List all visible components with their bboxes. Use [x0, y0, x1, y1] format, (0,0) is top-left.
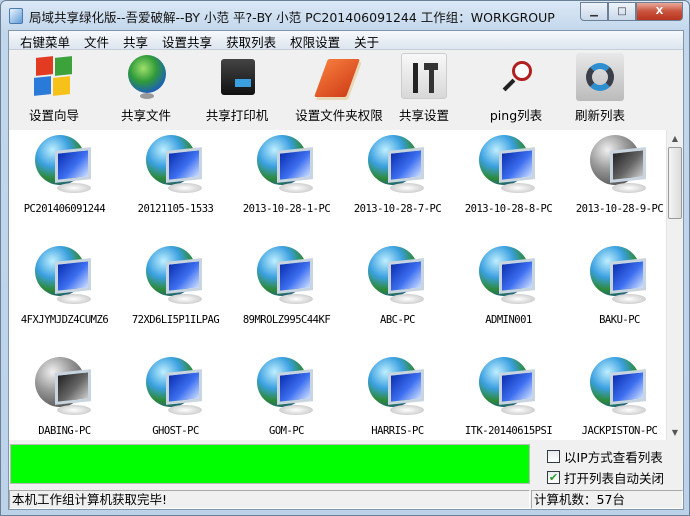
status-message: 本机工作组计算机获取完毕! [9, 490, 530, 509]
computer-name: 72XD6LI5P1ILPAG [131, 314, 220, 326]
checkbox-box[interactable] [547, 450, 560, 463]
networked-computer-icon [366, 133, 430, 197]
networked-computer-icon [144, 244, 208, 308]
networked-computer-icon [255, 133, 319, 197]
computer-count: 计算机数：57台 [531, 490, 683, 509]
networked-computer-icon [144, 133, 208, 197]
menu-set-share[interactable]: 设置共享 [155, 31, 219, 50]
networked-computer-icon [477, 244, 541, 308]
folder-permissions-button[interactable]: 设置文件夹权限 [289, 53, 389, 124]
window-title: 局域共享绿化版--吾爱破解--BY 小范 平?-BY 小范 PC20140609… [29, 9, 555, 25]
magnifier-icon [492, 53, 540, 101]
computer-item[interactable]: ABC-PC [342, 244, 453, 326]
computer-item[interactable]: 2013-10-28-9-PC [564, 133, 675, 215]
computer-name: 20121105-1533 [137, 203, 214, 215]
computer-name: ABC-PC [380, 314, 415, 326]
menu-file[interactable]: 文件 [77, 31, 116, 50]
main-window: 局域共享绿化版--吾爱破解--BY 小范 平?-BY 小范 PC20140609… [0, 0, 690, 516]
minimize-button[interactable]: ▁ [580, 2, 608, 21]
auto-close-checkbox[interactable]: ✔ 打开列表自动关闭 [547, 468, 664, 487]
toolbar: 设置向导 共享文件 共享打印机 设置文件夹权限 共享设置 ping列表 刷新列表 [9, 51, 683, 127]
computer-name: 4FXJYMJDZ4CUMZ6 [20, 314, 109, 326]
computer-item[interactable]: PC201406091244 [9, 133, 120, 215]
globe-icon [122, 53, 170, 101]
networked-computer-icon [33, 133, 97, 197]
computer-item[interactable]: DABING-PC [9, 355, 120, 437]
networked-computer-icon [255, 355, 319, 419]
computer-item[interactable]: GOM-PC [231, 355, 342, 437]
refresh-icon [576, 53, 624, 101]
computer-item[interactable]: 4FXJYMJDZ4CUMZ6 [9, 244, 120, 326]
networked-computer-icon [588, 244, 652, 308]
computer-item[interactable]: ITK-20140615PSI [453, 355, 564, 437]
title-bar: 局域共享绿化版--吾爱破解--BY 小范 平?-BY 小范 PC20140609… [9, 7, 555, 25]
computer-item[interactable]: 2013-10-28-7-PC [342, 133, 453, 215]
computer-item[interactable]: 20121105-1533 [120, 133, 231, 215]
computer-item[interactable]: 72XD6LI5P1ILPAG [120, 244, 231, 326]
menu-context[interactable]: 右键菜单 [13, 31, 77, 50]
view-by-ip-checkbox[interactable]: 以IP方式查看列表 [547, 447, 663, 466]
menu-bar: 右键菜单 文件 共享 设置共享 获取列表 权限设置 关于 [9, 31, 683, 50]
networked-computer-icon [33, 355, 97, 419]
menu-share[interactable]: 共享 [116, 31, 155, 50]
scroll-down-icon[interactable]: ▼ [667, 424, 683, 440]
computer-name: GHOST-PC [152, 425, 199, 437]
menu-about[interactable]: 关于 [347, 31, 386, 50]
scroll-up-icon[interactable]: ▲ [667, 130, 683, 146]
computer-name: ADMIN001 [485, 314, 532, 326]
vertical-scrollbar[interactable]: ▲ ▼ [666, 130, 683, 440]
networked-computer-icon [477, 355, 541, 419]
windows-logo-icon [30, 53, 78, 101]
computer-name: 2013-10-28-1-PC [242, 203, 331, 215]
computer-item[interactable]: HARRIS-PC [342, 355, 453, 437]
menu-get-list[interactable]: 获取列表 [219, 31, 283, 50]
computer-name: 2013-10-28-9-PC [575, 203, 664, 215]
computer-name: JACKPISTON-PC [581, 425, 658, 437]
app-icon [9, 8, 23, 24]
computer-name: PC201406091244 [23, 203, 106, 215]
maximize-button[interactable]: □ [608, 2, 636, 21]
computer-name: 2013-10-28-8-PC [464, 203, 553, 215]
computer-name: 89MROLZ995C44KF [242, 314, 331, 326]
computer-name: BAKU-PC [599, 314, 640, 326]
client-area: 右键菜单 文件 共享 设置共享 获取列表 权限设置 关于 设置向导 共享文件 共… [8, 30, 684, 510]
progress-fill [11, 445, 529, 483]
computer-item[interactable]: GHOST-PC [120, 355, 231, 437]
computer-item[interactable]: BAKU-PC [564, 244, 675, 326]
computer-name: 2013-10-28-7-PC [353, 203, 442, 215]
progress-bar [10, 444, 530, 484]
scroll-thumb[interactable] [668, 147, 682, 219]
computer-list: JACKPISTON-PC ITK-20140615PSI HARRIS-PC GOM… [9, 130, 683, 440]
computer-item[interactable]: 2013-10-28-1-PC [231, 133, 342, 215]
tools-icon [400, 53, 448, 101]
wizard-button[interactable]: 设置向导 [9, 53, 99, 124]
networked-computer-icon [366, 244, 430, 308]
networked-computer-icon [144, 355, 208, 419]
computer-item[interactable]: ADMIN001 [453, 244, 564, 326]
computer-item[interactable]: JACKPISTON-PC [564, 355, 675, 437]
share-file-button[interactable]: 共享文件 [101, 53, 191, 124]
networked-computer-icon [588, 133, 652, 197]
computer-name: GOM-PC [269, 425, 304, 437]
printer-server-icon [213, 53, 261, 101]
book-icon [314, 53, 363, 101]
computer-item[interactable]: 89MROLZ995C44KF [231, 244, 342, 326]
networked-computer-icon [477, 133, 541, 197]
refresh-list-button[interactable]: 刷新列表 [555, 53, 645, 124]
networked-computer-icon [588, 355, 652, 419]
share-printer-button[interactable]: 共享打印机 [192, 53, 282, 124]
ping-list-button[interactable]: ping列表 [471, 53, 561, 124]
checkbox-box[interactable]: ✔ [547, 471, 560, 484]
computer-name: ITK-20140615PSI [464, 425, 553, 437]
share-settings-button[interactable]: 共享设置 [379, 53, 469, 124]
networked-computer-icon [255, 244, 319, 308]
computer-name: HARRIS-PC [371, 425, 424, 437]
networked-computer-icon [366, 355, 430, 419]
computer-item[interactable]: 2013-10-28-8-PC [453, 133, 564, 215]
networked-computer-icon [33, 244, 97, 308]
close-button[interactable]: X [636, 2, 683, 21]
computer-name: DABING-PC [38, 425, 91, 437]
menu-permissions[interactable]: 权限设置 [283, 31, 347, 50]
